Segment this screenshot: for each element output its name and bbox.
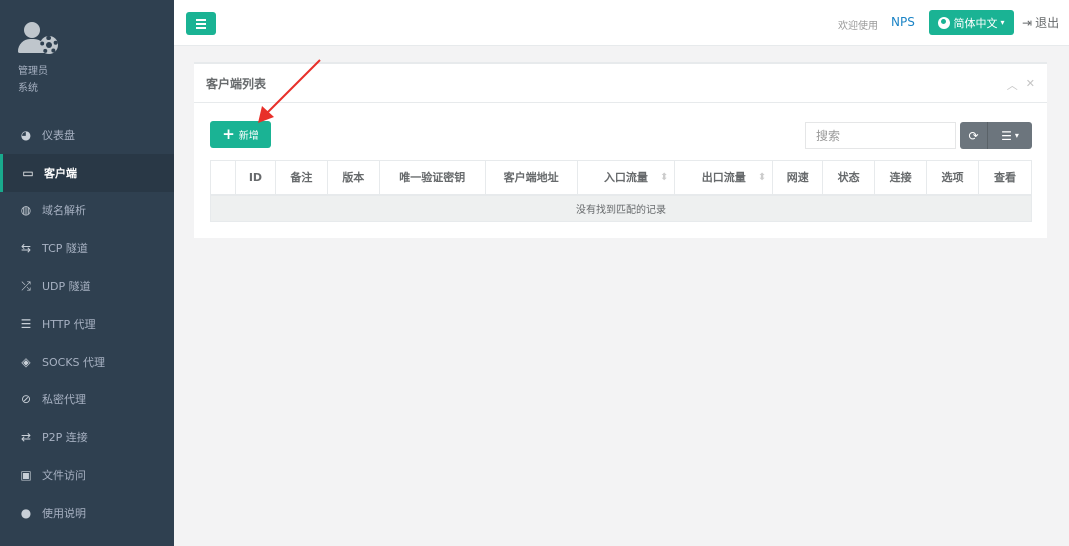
eye-slash-icon: ⊘ [20,392,32,407]
top-navbar: 欢迎使用 NPS 简体中文 ▾ ⇥ 退出 [174,0,1069,46]
sidebar-item-http[interactable]: ☰ HTTP 代理 [0,305,174,343]
menu-toggle-button[interactable] [186,12,216,35]
col-connect: 连接 [874,160,928,196]
panel-tools: ︿ ✕ [1007,77,1035,93]
profile-name: 管理员 [18,66,48,77]
col-expand [210,160,236,196]
sidebar-item-label: TCP 隧道 [42,242,88,256]
search-input[interactable]: 搜索 [805,122,956,149]
lightbulb-icon: ● [20,505,32,520]
table-header-row: ID 备注 版本 唯一验证密钥 客户端地址 入口流量 出口流量 网速 状态 连接… [210,160,1033,196]
refresh-icon: ⟳ [968,128,979,143]
caret-down-icon: ▾ [1014,131,1019,140]
sidebar-item-udp[interactable]: ⤮ UDP 隧道 [0,267,174,305]
user-profile: 管理员 系统 [18,22,60,94]
random-icon: ⤮ [21,278,31,293]
server-icon: ☰ [20,316,32,331]
dashboard-icon: ◕ [20,127,32,142]
col-speed: 网速 [772,160,824,196]
refresh-button[interactable]: ⟳ [960,122,988,149]
globe-icon [938,16,951,29]
sidebar-nav: ◕ 仪表盘 ▭ 客户端 ◍ 域名解析 ⇆ TCP 隧道 ⤮ UDP 隧道 ☰ HTTP 代理… [0,116,174,532]
language-label: 简体中文 [953,16,998,30]
sidebar-item-label: 文件访问 [42,469,86,483]
brand-link[interactable]: NPS [891,15,915,29]
col-view: 查看 [977,160,1033,196]
col-verify-key: 唯一验证密钥 [378,160,486,196]
profile-role: 系统 [18,83,38,94]
caret-down-icon: ▾ [1000,18,1005,27]
hamburger-icon [196,18,206,21]
client-list-panel: 客户端列表 ︿ ✕ + 新增 搜索 ⟳ ☰ ▾ ID 备注 版本 唯一验证密钥 客… [194,62,1047,238]
table-toolbar: ⟳ ☰ ▾ [960,122,1032,149]
panel-title: 客户端列表 [194,64,1047,103]
sidebar-item-help[interactable]: ● 使用说明 [0,494,174,532]
admin-user-icon [18,22,60,58]
sidebar-item-tcp[interactable]: ⇆ TCP 隧道 [0,229,174,267]
col-inlet-flow[interactable]: 入口流量 [576,160,676,196]
plus-icon: + [222,125,235,143]
columns-button[interactable]: ☰ ▾ [988,122,1032,149]
add-label: 新增 [238,131,259,142]
col-remark: 备注 [274,160,328,196]
sidebar-item-label: HTTP 代理 [42,317,96,331]
col-export-flow[interactable]: 出口流量 [674,160,774,196]
sidebar-item-secret[interactable]: ⊘ 私密代理 [0,381,174,419]
col-status: 状态 [822,160,876,196]
sidebar-item-label: 域名解析 [42,204,86,218]
globe-icon: ◍ [20,203,32,218]
exchange-icon: ⇄ [20,430,32,445]
sidebar-item-label: 使用说明 [42,506,86,520]
sidebar-item-p2p[interactable]: ⇄ P2P 连接 [0,418,174,456]
layers-icon: ◈ [21,354,31,369]
welcome-text: 欢迎使用 [838,21,878,32]
sidebar-item-label: 客户端 [44,166,77,180]
retweet-icon: ⇆ [20,241,32,256]
sidebar-item-label: 仪表盘 [42,128,75,142]
monitor-icon: ▭ [22,165,34,180]
col-option: 选项 [926,160,979,196]
logout-label: 退出 [1035,16,1060,30]
sidebar-item-file[interactable]: ▣ 文件访问 [0,456,174,494]
add-client-button[interactable]: + 新增 [210,121,271,148]
language-dropdown-button[interactable]: 简体中文 ▾ [929,10,1014,35]
sidebar-item-dashboard[interactable]: ◕ 仪表盘 [0,116,174,154]
sidebar-item-domain[interactable]: ◍ 域名解析 [0,192,174,230]
table-row: 没有找到匹配的记录 [210,194,1032,222]
sidebar: 管理员 系统 ◕ 仪表盘 ▭ 客户端 ◍ 域名解析 ⇆ TCP 隧道 ⤮ UDP 隧道 ☰… [0,0,174,546]
client-table: ID 备注 版本 唯一验证密钥 客户端地址 入口流量 出口流量 网速 状态 连接… [210,160,1033,222]
sidebar-item-socks[interactable]: ◈ SOCKS 代理 [0,343,174,381]
list-icon: ☰ [1001,128,1012,143]
sidebar-item-client[interactable]: ▭ 客户端 [0,153,174,192]
logout-button[interactable]: ⇥ 退出 [1022,14,1059,31]
briefcase-icon: ▣ [20,468,32,483]
close-icon[interactable]: ✕ [1026,77,1035,93]
collapse-icon[interactable]: ︿ [1007,77,1018,93]
sidebar-item-label: UDP 隧道 [42,280,91,294]
col-id[interactable]: ID [234,160,276,196]
sign-out-icon: ⇥ [1022,15,1033,30]
sidebar-item-label: SOCKS 代理 [42,355,106,369]
sidebar-item-label: P2P 连接 [42,431,88,445]
empty-message: 没有找到匹配的记录 [210,194,1032,222]
col-client-addr: 客户端地址 [484,160,578,196]
col-version: 版本 [326,160,380,196]
sidebar-item-label: 私密代理 [42,393,86,407]
